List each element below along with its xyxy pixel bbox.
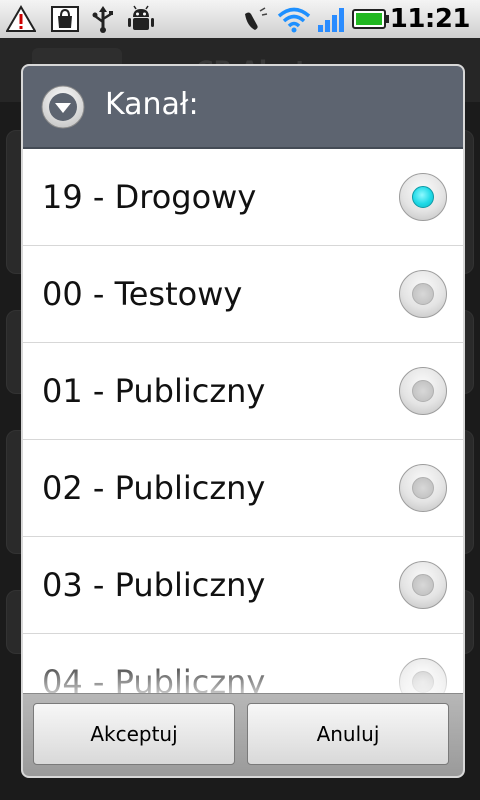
android-debug-icon [128, 5, 154, 30]
channel-option[interactable]: 02 - Publiczny [23, 440, 463, 537]
vibrate-icon [245, 7, 268, 30]
channel-option-label: 00 - Testowy [42, 275, 243, 313]
radio-button[interactable] [399, 464, 447, 512]
radio-button[interactable] [399, 173, 447, 221]
clock: 11:21 [389, 4, 471, 34]
dialog-header: Kanał: [23, 66, 463, 149]
channel-option[interactable]: 04 - Publiczny [23, 634, 463, 693]
channel-option-label: 02 - Publiczny [42, 469, 266, 507]
radio-button[interactable] [399, 658, 447, 693]
radio-button[interactable] [399, 561, 447, 609]
channel-option[interactable]: 03 - Publiczny [23, 537, 463, 634]
phone-screen: 11:21 CB Alert Kana [0, 0, 480, 800]
shopping-bag-icon [51, 6, 79, 32]
cancel-button[interactable]: Anuluj [247, 703, 449, 765]
radio-button[interactable] [399, 270, 447, 318]
channel-option[interactable]: 19 - Drogowy [23, 149, 463, 246]
channel-dialog: Kanał: 19 - Drogowy 00 - Testowy 01 - Publ… [21, 64, 465, 778]
radio-unselected-indicator [412, 671, 434, 693]
channel-list[interactable]: 19 - Drogowy 00 - Testowy 01 - Publiczny 02… [23, 149, 463, 693]
radio-unselected-indicator [412, 477, 434, 499]
channel-option-label: 19 - Drogowy [42, 178, 257, 216]
channel-option-label: 01 - Publiczny [42, 372, 266, 410]
button-bar: Akceptuj Anuluj [23, 693, 463, 776]
accept-button[interactable]: Akceptuj [33, 703, 235, 765]
wifi-icon [277, 7, 311, 33]
radio-button[interactable] [399, 367, 447, 415]
channel-option-label: 04 - Publiczny [42, 663, 266, 693]
dropdown-arrow-icon [41, 85, 85, 129]
dialog-title: Kanał: [105, 87, 199, 122]
radio-unselected-indicator [412, 283, 434, 305]
radio-unselected-indicator [412, 574, 434, 596]
channel-option-label: 03 - Publiczny [42, 566, 266, 604]
channel-option[interactable]: 01 - Publiczny [23, 343, 463, 440]
signal-icon [318, 8, 344, 32]
channel-option[interactable]: 00 - Testowy [23, 246, 463, 343]
status-bar: 11:21 [0, 0, 480, 39]
battery-icon [352, 9, 389, 29]
radio-selected-indicator [412, 186, 434, 208]
radio-unselected-indicator [412, 380, 434, 402]
warning-icon [6, 5, 36, 32]
usb-icon [92, 6, 113, 33]
